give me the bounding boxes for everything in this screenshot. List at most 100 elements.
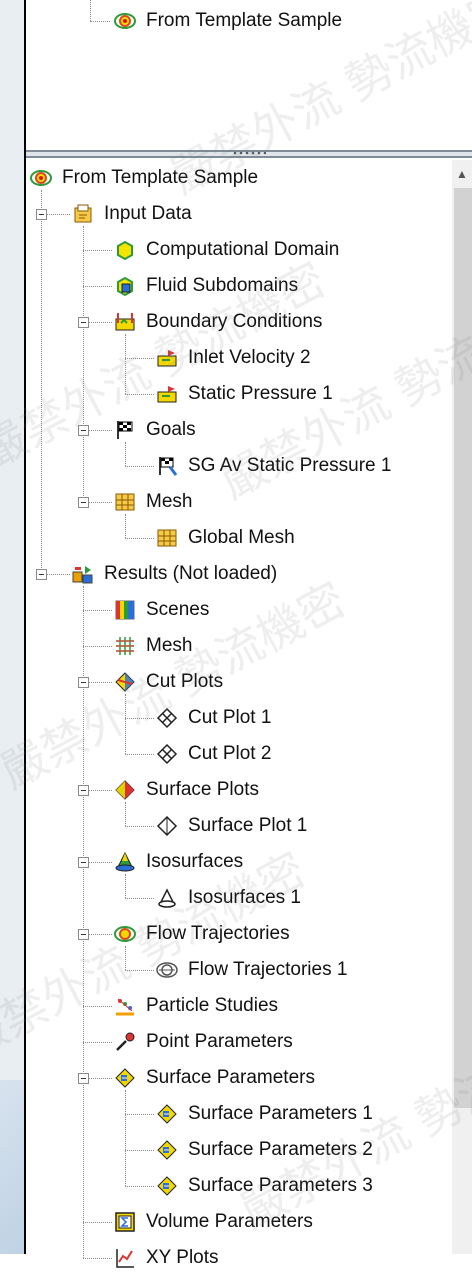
- tree-connector: [125, 826, 154, 827]
- tree-item[interactable]: From Template Sample: [30, 160, 258, 196]
- isosurfaces-icon: [114, 851, 136, 873]
- collapse-toggle-icon[interactable]: [78, 785, 89, 796]
- tree-item[interactable]: Computational Domain: [114, 232, 339, 268]
- tree-item[interactable]: Particle Studies: [114, 988, 278, 1024]
- tree-item[interactable]: XY Plots: [114, 1240, 219, 1276]
- tree-item[interactable]: Goals: [114, 412, 196, 448]
- mesh-folder-icon: [114, 491, 136, 513]
- tree-item-label: Isosurfaces 1: [188, 887, 301, 908]
- pane-splitter[interactable]: [26, 150, 472, 158]
- tree-item[interactable]: Surface Parameters 3: [156, 1168, 373, 1204]
- tree-item-label: Static Pressure 1: [188, 383, 333, 404]
- tree-item[interactable]: Static Pressure 1: [156, 376, 333, 412]
- tree-connector: [125, 718, 154, 719]
- tree-item[interactable]: SG Av Static Pressure 1: [156, 448, 391, 484]
- tree-item-label: Flow Trajectories: [146, 923, 290, 944]
- tree-item-label: Point Parameters: [146, 1031, 293, 1052]
- top-tree-item-label: From Template Sample: [146, 10, 343, 31]
- tree-item-label: Computational Domain: [146, 239, 340, 260]
- tree-connector: [83, 1222, 112, 1223]
- tree-item[interactable]: Cut Plot 1: [156, 700, 271, 736]
- tree-item[interactable]: Inlet Velocity 2: [156, 340, 311, 376]
- eye-icon: [30, 167, 52, 189]
- tree-connector: [125, 1186, 154, 1187]
- collapse-toggle-icon[interactable]: [36, 569, 47, 580]
- tree-item[interactable]: Scenes: [114, 592, 209, 628]
- tree-item[interactable]: Results (Not loaded): [72, 556, 277, 592]
- collapse-toggle-icon[interactable]: [36, 209, 47, 220]
- tree-connector: [125, 898, 154, 899]
- boundary-condition-icon: [156, 347, 178, 369]
- xy-plots-icon: [114, 1247, 136, 1269]
- mesh-grid-icon: [114, 635, 136, 657]
- tree-connector: [125, 466, 154, 467]
- scenes-icon: [114, 599, 136, 621]
- left-background: [0, 0, 24, 1254]
- goals-flag-icon: [114, 419, 136, 441]
- scrollbar-thumb[interactable]: [454, 188, 472, 1108]
- tree-item[interactable]: Cut Plots: [114, 664, 223, 700]
- tree-connector: [90, 0, 91, 21]
- tree-item-label: Scenes: [146, 599, 210, 620]
- tree-item-label: Global Mesh: [188, 527, 295, 548]
- scroll-up-arrow-icon[interactable]: ▲: [452, 164, 472, 184]
- tree-item-label: Inlet Velocity 2: [188, 347, 311, 368]
- surface-plot-icon: [156, 815, 178, 837]
- tree-connector: [125, 1150, 154, 1151]
- tree-item[interactable]: Isosurfaces: [114, 844, 243, 880]
- splitter-grip-icon[interactable]: [232, 151, 266, 155]
- tree-item-label: Isosurfaces: [146, 851, 244, 872]
- tree-item[interactable]: Surface Parameters: [114, 1060, 315, 1096]
- collapse-toggle-icon[interactable]: [78, 425, 89, 436]
- tree-connector: [83, 1042, 112, 1043]
- tree-item[interactable]: Boundary Conditions: [114, 304, 322, 340]
- tree-item[interactable]: Volume Parameters: [114, 1204, 313, 1240]
- feature-tree: From Template Sample Input Data Computatio…: [26, 160, 472, 1268]
- collapse-toggle-icon[interactable]: [78, 677, 89, 688]
- tree-item[interactable]: Flow Trajectories 1: [156, 952, 347, 988]
- tree-item[interactable]: Isosurfaces 1: [156, 880, 301, 916]
- tree-item-label: Goals: [146, 419, 196, 440]
- tree-connector: [83, 286, 112, 287]
- tree-connector: [83, 1006, 112, 1007]
- boundary-condition-icon: [156, 383, 178, 405]
- collapse-toggle-icon[interactable]: [78, 1073, 89, 1084]
- tree-connector: [83, 646, 112, 647]
- tree-item[interactable]: Fluid Subdomains: [114, 268, 298, 304]
- tree-item[interactable]: Cut Plot 2: [156, 736, 271, 772]
- collapse-toggle-icon[interactable]: [78, 929, 89, 940]
- fluid-subdomain-icon: [114, 275, 136, 297]
- tree-item[interactable]: Surface Plots: [114, 772, 259, 808]
- tree-connector: [125, 1114, 154, 1115]
- collapse-toggle-icon[interactable]: [78, 497, 89, 508]
- surface-plots-icon: [114, 779, 136, 801]
- tree-item[interactable]: Surface Plot 1: [156, 808, 307, 844]
- collapse-toggle-icon[interactable]: [78, 317, 89, 328]
- cut-plot-icon: [156, 743, 178, 765]
- collapse-toggle-icon[interactable]: [78, 857, 89, 868]
- tree-item[interactable]: Point Parameters: [114, 1024, 293, 1060]
- tree-item[interactable]: Flow Trajectories: [114, 916, 290, 952]
- cut-plots-icon: [114, 671, 136, 693]
- tree-item[interactable]: Mesh: [114, 628, 192, 664]
- tree-item-label: Surface Parameters 1: [188, 1103, 373, 1124]
- tree-item[interactable]: Surface Parameters 2: [156, 1132, 373, 1168]
- point-parameters-icon: [114, 1031, 136, 1053]
- surface-parameter-icon: [156, 1175, 178, 1197]
- tree-item-label: From Template Sample: [62, 167, 259, 188]
- top-tree-item[interactable]: From Template Sample: [114, 3, 342, 39]
- tree-connector: [83, 1258, 112, 1259]
- tree-item[interactable]: Surface Parameters 1: [156, 1096, 373, 1132]
- tree-item[interactable]: Input Data: [72, 196, 192, 232]
- tree-item-label: Cut Plot 2: [188, 743, 272, 764]
- feature-tree-panel: From Template Sample From Template Sampl…: [24, 0, 472, 1268]
- tree-item-label: Input Data: [104, 203, 192, 224]
- tree-item-label: Mesh: [146, 491, 193, 512]
- tree-connector: [125, 538, 154, 539]
- tree-item[interactable]: Global Mesh: [156, 520, 295, 556]
- input-data-icon: [72, 203, 94, 225]
- tree-connector: [90, 21, 110, 22]
- tree-item-label: Surface Parameters 2: [188, 1139, 373, 1160]
- eye-icon: [114, 10, 136, 32]
- tree-item[interactable]: Mesh: [114, 484, 192, 520]
